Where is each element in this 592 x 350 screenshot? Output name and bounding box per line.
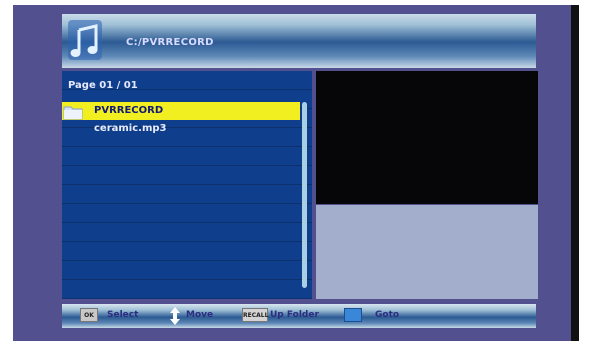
- footer-bar: OK Select Move RECALL Up Folder Goto: [62, 304, 536, 328]
- recall-key-icon: RECALL: [242, 308, 268, 322]
- preview-video-panel: [316, 71, 538, 204]
- goto-hint: Goto: [375, 310, 400, 320]
- select-hint: Select: [107, 310, 139, 320]
- folder-icon: [63, 106, 83, 120]
- music-note-icon: [68, 20, 102, 60]
- preview-info-panel: [316, 205, 538, 299]
- ok-key-icon: OK: [80, 308, 98, 322]
- current-path: C:/PVRRECORD: [126, 37, 214, 48]
- screen-frame: C:/PVRRECORD Page 01 / 01 PVRRECORD cera…: [13, 5, 579, 341]
- up-folder-hint: Up Folder: [270, 310, 319, 320]
- header-bar: C:/PVRRECORD: [62, 14, 536, 68]
- file-browser-list[interactable]: Page 01 / 01 PVRRECORD ceramic.mp3: [62, 71, 312, 299]
- arrow-updown-icon: [170, 307, 180, 325]
- list-item-label: ceramic.mp3: [94, 123, 167, 134]
- list-item-folder[interactable]: PVRRECORD: [62, 102, 300, 120]
- page-indicator: Page 01 / 01: [68, 80, 138, 91]
- blue-key-icon: [344, 308, 362, 322]
- scrollbar[interactable]: [302, 102, 307, 288]
- list-item-label: PVRRECORD: [94, 105, 164, 116]
- move-hint: Move: [186, 310, 214, 320]
- list-item-file[interactable]: ceramic.mp3: [62, 120, 300, 138]
